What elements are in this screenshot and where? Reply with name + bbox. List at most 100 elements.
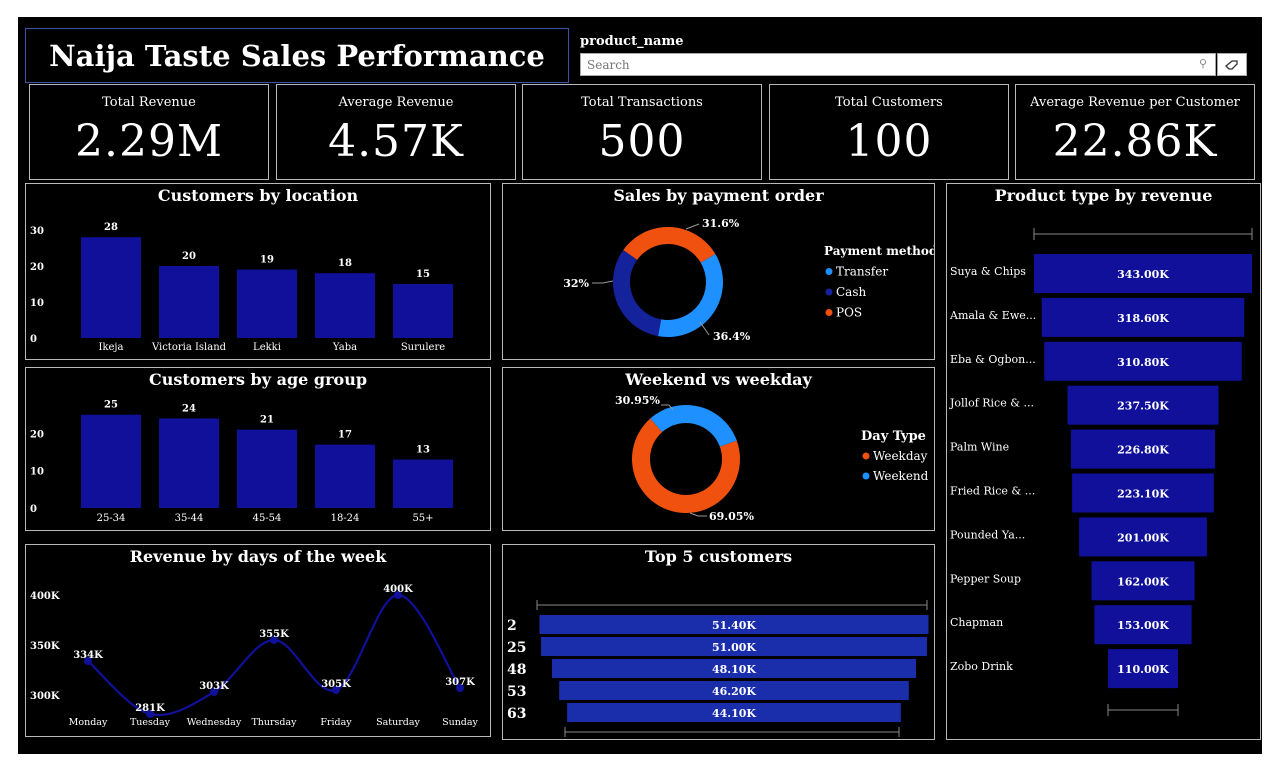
data-label: 223.10K xyxy=(1117,488,1169,501)
kpi-total-revenue: Total Revenue 2.29M xyxy=(29,84,269,180)
data-label: 36.4% xyxy=(713,330,751,343)
category-label: Eba & Ogbon... xyxy=(950,353,1036,366)
category-label: 53 xyxy=(507,684,526,700)
x-tick-label: 45-54 xyxy=(253,513,282,524)
legend-label: Weekday xyxy=(873,449,928,463)
kpi-total-transactions: Total Transactions 500 xyxy=(522,84,762,180)
x-tick-label: Tuesday xyxy=(130,717,171,728)
search-input[interactable] xyxy=(581,54,1183,76)
x-tick-label: Monday xyxy=(69,717,108,728)
kpi-label: Total Revenue xyxy=(102,95,196,110)
data-label: 69.05% xyxy=(709,510,754,523)
y-tick-label: 30 xyxy=(30,226,44,237)
bar xyxy=(81,237,141,338)
panel-weekend-vs-weekday: Weekend vs weekday 69.05% 30.95% Day Type W… xyxy=(502,367,935,531)
category-label: Chapman xyxy=(950,616,1003,629)
panel-revenue-by-days: Revenue by days of the week 300K 350K 400K… xyxy=(25,544,491,737)
x-tick-label: 25-34 xyxy=(97,513,126,524)
series-line xyxy=(87,593,461,717)
daytype-donut-chart: 69.05% 30.95% Day Type Weekday Weekend xyxy=(615,394,929,523)
data-label: 162.00K xyxy=(1117,575,1169,588)
legend-marker xyxy=(825,309,833,316)
panel-customers-by-age: Customers by age group 0 10 20 25 25-34 24 35-… xyxy=(25,367,491,531)
x-tick-label: Lekki xyxy=(253,342,281,353)
title-box: Naija Taste Sales Performance xyxy=(25,28,569,83)
data-label: 18 xyxy=(338,258,352,269)
location-bar-chart: 0 10 20 30 28 Ikeja 20 Victoria Island 19 Lekki 18… xyxy=(30,222,453,353)
data-label: 201.00K xyxy=(1117,531,1169,544)
x-tick-label: Saturday xyxy=(376,717,420,728)
x-tick-label: Friday xyxy=(320,717,352,728)
y-tick-label: 10 xyxy=(30,298,44,309)
category-label: Jollof Rice & ... xyxy=(949,397,1034,410)
x-tick-label: Thursday xyxy=(251,717,297,728)
data-label: 30.95% xyxy=(615,394,660,407)
data-label: 28 xyxy=(104,222,118,233)
data-label: 25 xyxy=(104,400,118,411)
leader-line xyxy=(685,223,700,230)
data-label: 355K xyxy=(259,629,289,640)
kpi-value: 4.57K xyxy=(328,116,464,167)
data-label: 51.00K xyxy=(712,641,756,654)
category-label: Pepper Soup xyxy=(950,572,1021,585)
data-label: 281K xyxy=(135,703,165,714)
search-icon[interactable]: ⚲ xyxy=(1199,57,1207,70)
legend-marker xyxy=(862,452,870,460)
data-label: 153.00K xyxy=(1117,619,1169,632)
kpi-label: Total Transactions xyxy=(581,95,703,110)
slicer-label: product_name xyxy=(580,34,684,49)
data-label: 305K xyxy=(321,679,351,690)
legend-marker xyxy=(825,288,833,296)
data-label: 32% xyxy=(563,277,589,290)
days-line-chart: 300K 350K 400K 334K Monday 281K Tuesday 303K Wed… xyxy=(30,584,479,728)
panel-product-type-by-revenue: Product type by revenue 343.00K Suya & Ch… xyxy=(946,183,1261,740)
panel-sales-by-payment: Sales by payment order 36.4% 32% 31.6% Paym… xyxy=(502,183,935,360)
y-tick-label: 10 xyxy=(30,467,44,478)
leader-line xyxy=(592,280,614,284)
data-label: 13 xyxy=(416,445,430,456)
data-label: 226.80K xyxy=(1117,444,1169,457)
kpi-average-revenue: Average Revenue 4.57K xyxy=(276,84,516,180)
product-funnel-chart: 343.00K Suya & Chips 318.60K Amala & Ewe...… xyxy=(949,228,1253,716)
x-tick-label: Ikeja xyxy=(99,342,124,353)
legend-title: Payment method xyxy=(824,244,934,258)
kpi-total-customers: Total Customers 100 xyxy=(769,84,1009,180)
data-label: 20 xyxy=(182,251,196,262)
bar xyxy=(81,414,141,508)
payment-donut-chart: 36.4% 32% 31.6% Payment method Transfer Cash P… xyxy=(563,217,934,343)
top5-funnel-chart: 51.40K 2 51.00K 25 48.10K 48 46.20K 53 44.10K 63 xyxy=(507,600,929,737)
x-tick-label: Sunday xyxy=(442,717,478,728)
bar xyxy=(159,418,219,508)
data-label: 15 xyxy=(416,269,430,280)
data-label: 237.50K xyxy=(1117,400,1169,413)
kpi-value: 22.86K xyxy=(1052,116,1218,167)
x-tick-label: 35-44 xyxy=(175,513,204,524)
legend-label: Transfer xyxy=(836,265,888,279)
y-tick-label: 400K xyxy=(30,591,60,602)
x-tick-label: 18-24 xyxy=(331,513,360,524)
legend-label: Weekend xyxy=(873,469,929,483)
data-label: 21 xyxy=(260,415,274,426)
data-label: 334K xyxy=(73,650,103,661)
panel-top5-customers: Top 5 customers 51.40K 2 51.00K 25 48.10K 48 4… xyxy=(502,544,935,740)
data-label: 318.60K xyxy=(1117,312,1169,325)
category-label: Amala & Ewe... xyxy=(949,309,1036,322)
age-bar-chart: 0 10 20 25 25-34 24 35-44 21 45-54 17 18-24 13 55+ xyxy=(30,400,453,524)
eraser-icon xyxy=(1225,59,1238,70)
x-tick-label: Surulere xyxy=(401,342,445,353)
bar xyxy=(393,459,453,508)
donut-slice xyxy=(613,249,662,337)
legend-marker xyxy=(862,472,870,480)
data-label: 19 xyxy=(260,255,274,266)
y-tick-label: 0 xyxy=(30,334,37,345)
kpi-avg-revenue-per-customer: Average Revenue per Customer 22.86K xyxy=(1015,84,1255,180)
data-label: 31.6% xyxy=(702,217,740,230)
leader-line xyxy=(699,321,710,336)
y-tick-label: 350K xyxy=(30,641,60,652)
data-label: 46.20K xyxy=(712,685,756,698)
data-label: 51.40K xyxy=(712,619,756,632)
clear-selection-button[interactable] xyxy=(1217,53,1247,76)
kpi-value: 500 xyxy=(598,116,686,167)
data-label: 310.80K xyxy=(1117,356,1169,369)
product-slicer: ⚲ xyxy=(580,53,1216,76)
